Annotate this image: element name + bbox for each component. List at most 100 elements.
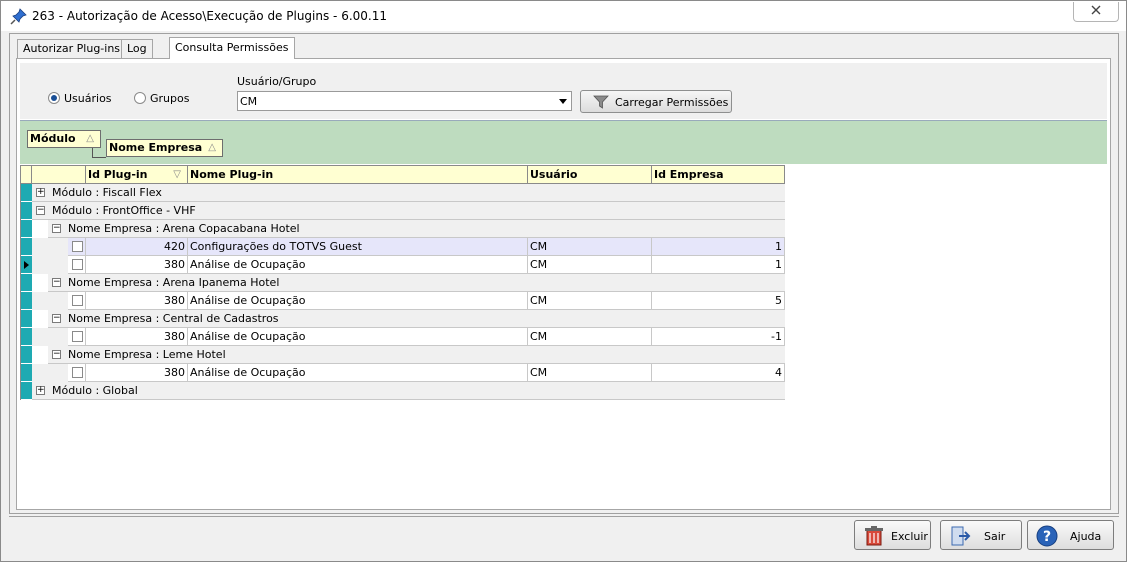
collapse-icon[interactable]: − — [52, 350, 61, 359]
select-cell — [68, 364, 86, 382]
sort-descending-icon: ▽ — [173, 169, 181, 180]
exit-button[interactable]: Sair — [940, 520, 1022, 550]
cell-id-plugin[interactable]: 380 — [86, 364, 188, 382]
row-indicator[interactable] — [21, 364, 32, 382]
delete-label: Excluir — [891, 530, 928, 543]
row-indicator[interactable] — [21, 274, 32, 292]
cell-id-plugin[interactable]: 420 — [86, 238, 188, 256]
tab-label: Autorizar Plug-ins — [23, 42, 121, 55]
radio-usuarios[interactable] — [48, 92, 60, 104]
cell-usuario[interactable]: CM — [528, 328, 652, 346]
tab-log[interactable]: Log — [121, 39, 153, 59]
select-cell — [68, 256, 86, 274]
group-row-company[interactable]: − Nome Empresa : Leme Hotel — [48, 346, 785, 364]
collapse-icon[interactable]: − — [52, 314, 61, 323]
usergroup-select[interactable]: CM — [237, 91, 572, 111]
row-indicator[interactable] — [21, 382, 32, 400]
table-row[interactable]: 380 Análise de Ocupação CM -1 — [32, 328, 785, 346]
cell-usuario[interactable]: CM — [528, 256, 652, 274]
cell-nome-plugin[interactable]: Análise de Ocupação — [188, 256, 528, 274]
content-frame: Autorizar Plug-ins Log Consulta Permissõ… — [9, 33, 1119, 514]
cell-nome-plugin[interactable]: Configurações do TOTVS Guest — [188, 238, 528, 256]
cell-usuario[interactable]: CM — [528, 292, 652, 310]
footer-bar: Excluir Sair ? Ajuda — [9, 516, 1119, 556]
load-permissions-button[interactable]: Carregar Permissões — [580, 90, 732, 113]
row-indicator[interactable] — [21, 184, 32, 202]
row-indicator[interactable] — [21, 310, 32, 328]
row-indicator[interactable] — [21, 256, 32, 274]
group-row-label: Módulo : Fiscall Flex — [52, 186, 162, 199]
cell-id-empresa[interactable]: 5 — [652, 292, 785, 310]
row-checkbox[interactable] — [72, 367, 83, 378]
row-indicator[interactable] — [21, 328, 32, 346]
radio-grupos[interactable] — [134, 92, 146, 104]
chevron-down-icon — [559, 99, 567, 104]
group-row-label: Nome Empresa : Leme Hotel — [68, 348, 226, 361]
cell-usuario[interactable]: CM — [528, 364, 652, 382]
table-row[interactable]: 380 Análise de Ocupação CM 5 — [32, 292, 785, 310]
group-row-company[interactable]: − Nome Empresa : Central de Cadastros — [48, 310, 785, 328]
cell-id-empresa[interactable]: 4 — [652, 364, 785, 382]
column-header-nome-plugin[interactable]: Nome Plug-in — [188, 166, 528, 184]
group-row-module[interactable]: + Módulo : Global — [32, 382, 785, 400]
select-cell — [68, 238, 86, 256]
group-indent — [32, 238, 68, 256]
usergroup-label: Usuário/Grupo — [237, 75, 317, 88]
close-button[interactable] — [1073, 2, 1119, 22]
help-button[interactable]: ? Ajuda — [1027, 520, 1114, 550]
table-row[interactable]: 420 Configurações do TOTVS Guest CM 1 — [32, 238, 785, 256]
group-chip-nome-empresa[interactable]: Nome Empresa △ — [106, 139, 223, 157]
group-chip-modulo[interactable]: Módulo △ — [27, 130, 101, 148]
tab-consulta-permissoes[interactable]: Consulta Permissões — [169, 37, 295, 59]
column-header-id-empresa[interactable]: Id Empresa — [652, 166, 785, 184]
cell-nome-plugin[interactable]: Análise de Ocupação — [188, 328, 528, 346]
row-indicator[interactable] — [21, 292, 32, 310]
tab-autorizar-plugins[interactable]: Autorizar Plug-ins — [17, 39, 127, 59]
help-label: Ajuda — [1070, 530, 1102, 543]
tab-label: Log — [127, 42, 147, 55]
group-indent — [32, 328, 68, 346]
radio-usuarios-label: Usuários — [64, 92, 112, 105]
column-header-id-plugin[interactable]: Id Plug-in ▽ — [86, 166, 188, 184]
row-checkbox[interactable] — [72, 295, 83, 306]
row-indicator[interactable] — [21, 202, 32, 220]
cell-usuario[interactable]: CM — [528, 238, 652, 256]
filter-icon — [593, 95, 609, 112]
row-indicator[interactable] — [21, 220, 32, 238]
row-checkbox[interactable] — [72, 331, 83, 342]
group-connector — [92, 148, 106, 158]
group-row-company[interactable]: − Nome Empresa : Arena Copacabana Hotel — [48, 220, 785, 238]
expand-icon[interactable]: + — [36, 386, 45, 395]
row-checkbox[interactable] — [72, 259, 83, 270]
collapse-icon[interactable]: − — [52, 278, 61, 287]
cell-id-empresa[interactable]: 1 — [652, 256, 785, 274]
group-row-module[interactable]: − Módulo : FrontOffice - VHF — [32, 202, 785, 220]
expand-icon[interactable]: + — [36, 188, 45, 197]
row-checkbox[interactable] — [72, 241, 83, 252]
permissions-grid: Id Plug-in ▽ Nome Plug-in Usuário Id Empr… — [20, 165, 785, 400]
collapse-icon[interactable]: − — [36, 206, 45, 215]
column-header-label: Usuário — [530, 168, 578, 181]
pin-icon — [10, 7, 28, 25]
column-header-label: Nome Plug-in — [190, 168, 274, 181]
row-indicator[interactable] — [21, 346, 32, 364]
row-indicator[interactable] — [21, 238, 32, 256]
collapse-icon[interactable]: − — [52, 224, 61, 233]
group-row-module[interactable]: + Módulo : Fiscall Flex — [32, 184, 785, 202]
column-header-usuario[interactable]: Usuário — [528, 166, 652, 184]
cell-nome-plugin[interactable]: Análise de Ocupação — [188, 364, 528, 382]
group-row-company[interactable]: − Nome Empresa : Arena Ipanema Hotel — [48, 274, 785, 292]
column-header-label: Id Plug-in — [88, 168, 148, 181]
cell-id-plugin[interactable]: 380 — [86, 328, 188, 346]
cell-id-empresa[interactable]: 1 — [652, 238, 785, 256]
cell-id-plugin[interactable]: 380 — [86, 256, 188, 274]
table-row[interactable]: 380 Análise de Ocupação CM 4 — [32, 364, 785, 382]
cell-id-plugin[interactable]: 380 — [86, 292, 188, 310]
table-row[interactable]: 380 Análise de Ocupação CM 1 — [32, 256, 785, 274]
cell-nome-plugin[interactable]: Análise de Ocupação — [188, 292, 528, 310]
sort-ascending-icon: △ — [86, 133, 94, 144]
cell-id-empresa[interactable]: -1 — [652, 328, 785, 346]
group-indent — [32, 256, 68, 274]
sort-ascending-icon: △ — [208, 142, 216, 153]
delete-button[interactable]: Excluir — [854, 520, 931, 550]
